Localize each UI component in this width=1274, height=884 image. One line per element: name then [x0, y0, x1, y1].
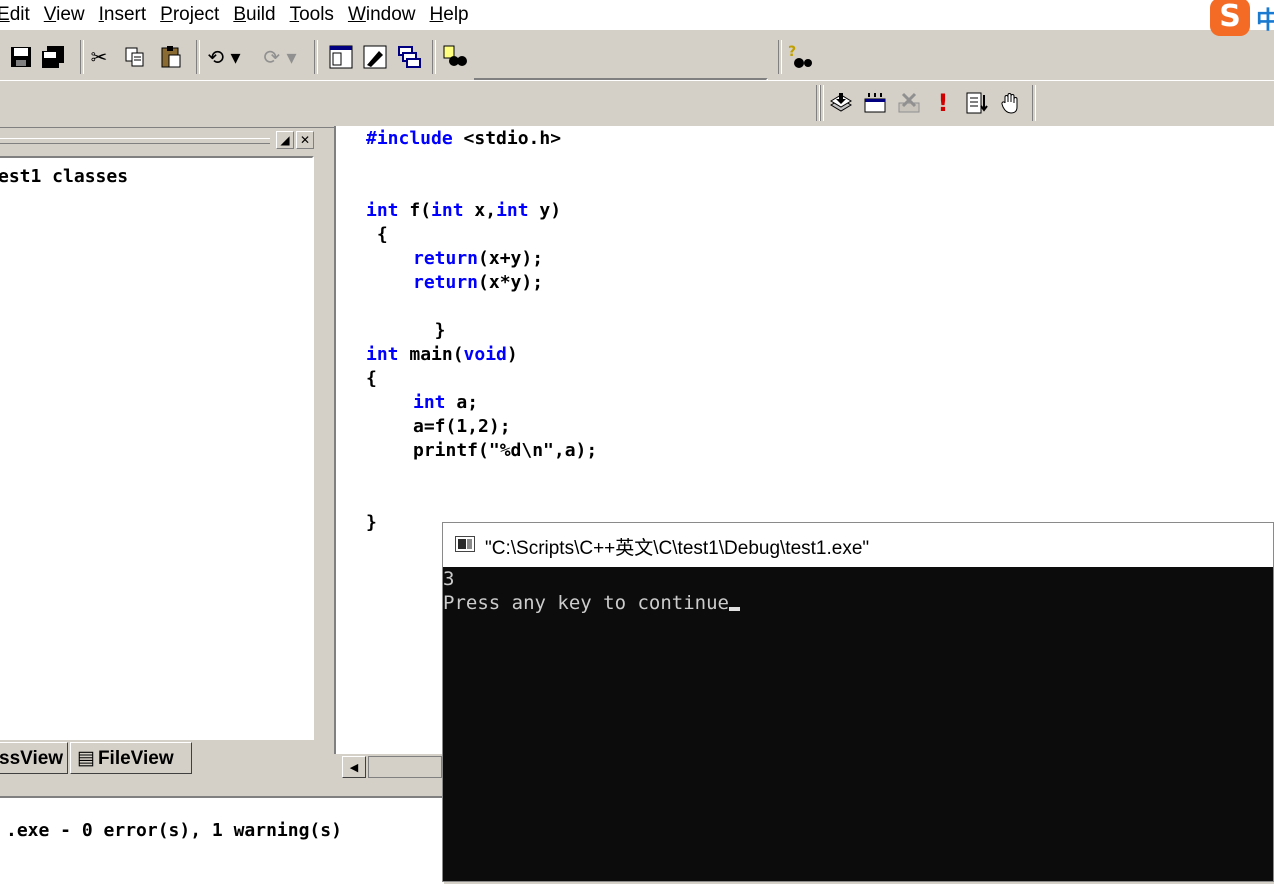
- code-line-8: {: [366, 368, 377, 389]
- workspace-tabs: ssView ▤ FileView: [0, 740, 318, 780]
- file-icon: ▤: [77, 748, 95, 769]
- hand-icon[interactable]: [996, 88, 1026, 118]
- tab-classview[interactable]: ssView: [0, 742, 68, 774]
- console-line-result: 3: [443, 568, 455, 590]
- code-line-12: }: [366, 512, 377, 533]
- compile-icon[interactable]: [826, 88, 856, 118]
- menu-tools[interactable]: Tools: [290, 4, 334, 26]
- text-cursor: [728, 607, 740, 611]
- save-all-icon[interactable]: [38, 42, 68, 72]
- toolbar-separator: [1032, 85, 1036, 121]
- svg-text:?: ?: [788, 44, 796, 60]
- scroll-track[interactable]: [368, 756, 442, 778]
- redo-icon: ⟳ ▾: [263, 45, 297, 69]
- tab-fileview[interactable]: ▤ FileView: [70, 742, 192, 774]
- standard-toolbar: ✂ ⟲ ▾ ⟳ ▾ ▼ ?: [0, 36, 820, 108]
- console-title-bar[interactable]: "C:\Scripts\C++英文\C\test1\Debug\test1.ex…: [443, 523, 1273, 567]
- code-line-6: }: [413, 320, 446, 341]
- console-line-prompt: Press any key to continue: [443, 591, 1273, 615]
- code-line-9: int a;: [413, 392, 479, 413]
- workspace-header: ◢ ✕: [0, 128, 318, 152]
- save-icon[interactable]: [6, 42, 36, 72]
- class-tree[interactable]: est1 classes: [0, 156, 314, 740]
- menu-edit[interactable]: Edit: [0, 4, 30, 26]
- execute-icon[interactable]: !: [928, 88, 958, 118]
- ime-logo-icon[interactable]: S: [1210, 0, 1250, 36]
- tree-root-item[interactable]: est1 classes: [0, 166, 128, 187]
- menu-help[interactable]: Help: [430, 4, 469, 26]
- menu-insert[interactable]: Insert: [99, 4, 147, 26]
- menu-bar: Edit View Insert Project Build Tools Win…: [0, 0, 1274, 36]
- code-line-11: printf("%d\n",a);: [413, 440, 598, 461]
- code-line-10: a=f(1,2);: [413, 416, 511, 437]
- window-list-icon[interactable]: [394, 42, 424, 72]
- menu-window[interactable]: Window: [348, 4, 416, 26]
- go-icon[interactable]: [962, 88, 992, 118]
- toolbar-separator: [314, 40, 318, 74]
- workspace-toggle-icon[interactable]: [326, 42, 356, 72]
- undo-icon[interactable]: ⟲ ▾: [200, 42, 248, 72]
- menu-build[interactable]: Build: [233, 4, 275, 26]
- code-line-3: {: [366, 224, 388, 245]
- code-line-7: int main(void): [366, 344, 518, 365]
- code-line-2: int f(int x,int y): [366, 200, 562, 221]
- code-line-5: return(x*y);: [413, 272, 544, 293]
- close-icon[interactable]: ✕: [296, 131, 314, 149]
- scroll-left-icon[interactable]: ◀: [342, 756, 366, 778]
- console-window[interactable]: "C:\Scripts\C++英文\C\test1\Debug\test1.ex…: [442, 522, 1274, 882]
- toolbar-separator: [432, 40, 436, 74]
- output-toggle-icon[interactable]: [360, 42, 390, 72]
- build-result-text: .exe - 0 error(s), 1 warning(s): [6, 820, 342, 841]
- toolbar-grip: [820, 85, 824, 121]
- output-pane[interactable]: .exe - 0 error(s), 1 warning(s): [0, 796, 444, 884]
- restore-icon[interactable]: ◢: [276, 131, 294, 149]
- menu-view[interactable]: View: [44, 4, 85, 26]
- copy-icon[interactable]: [120, 42, 150, 72]
- code-line-1: #include <stdio.h>: [366, 128, 562, 149]
- cut-icon[interactable]: ✂: [84, 42, 114, 72]
- console-title: "C:\Scripts\C++英文\C\test1\Debug\test1.ex…: [485, 538, 870, 559]
- build-icon[interactable]: [860, 88, 890, 118]
- code-line-4: return(x+y);: [413, 248, 544, 269]
- editor-horizontal-scrollbar[interactable]: ◀: [334, 754, 444, 780]
- console-app-icon[interactable]: [455, 536, 475, 552]
- ime-mode-indicator[interactable]: 中: [1256, 0, 1274, 35]
- toolbar-separator: [778, 40, 782, 74]
- find-icon[interactable]: ?: [784, 42, 814, 72]
- build-toolbar: !: [0, 80, 1274, 128]
- stop-build-icon: [894, 88, 924, 118]
- find-in-files-icon[interactable]: [440, 42, 470, 72]
- console-output[interactable]: 3 Press any key to continue: [443, 567, 1273, 881]
- paste-icon[interactable]: [156, 42, 186, 72]
- menu-project[interactable]: Project: [160, 4, 219, 26]
- workspace-grip-line: [0, 143, 270, 144]
